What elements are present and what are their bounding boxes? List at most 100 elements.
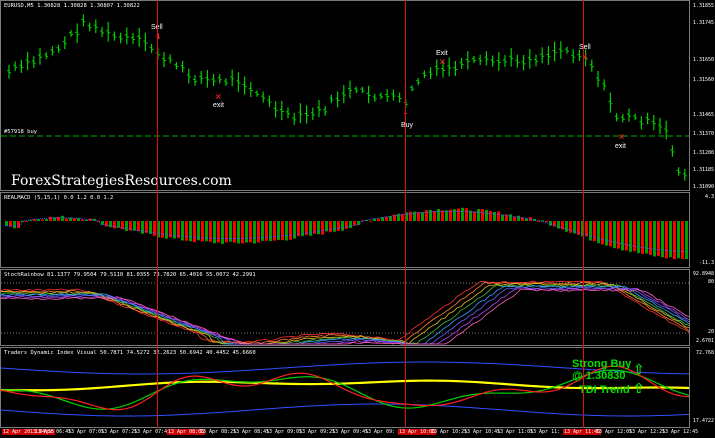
macd-bar <box>189 221 192 242</box>
candle <box>261 91 266 103</box>
candle <box>658 117 662 135</box>
candle <box>100 27 104 37</box>
macd-bar <box>593 221 596 242</box>
candle <box>633 113 638 120</box>
macd-bar <box>341 221 344 231</box>
macd-bar <box>569 221 572 233</box>
candle <box>224 78 228 87</box>
macd-bar <box>417 212 420 221</box>
stoch-scale-top: 92.8948 <box>692 271 714 277</box>
macd-bar <box>437 208 440 221</box>
time-label: 13 Apr 07:25 <box>101 429 138 435</box>
macd-bar <box>309 221 312 236</box>
macd-bar <box>85 219 88 221</box>
candle <box>230 69 235 87</box>
candle <box>329 94 334 103</box>
macd-bar <box>49 216 52 221</box>
macd-bar <box>673 221 676 260</box>
macd-bar <box>113 221 116 229</box>
candle <box>366 85 371 104</box>
candle <box>75 23 80 44</box>
candle <box>484 51 489 66</box>
candle <box>298 103 303 124</box>
macd-bar <box>185 221 188 241</box>
price-tick: 1.31560 <box>692 77 714 83</box>
candle <box>472 55 476 63</box>
price-tick: 1.31370 <box>692 131 714 137</box>
price-chart-pane[interactable]: EURUSD,M5 1.30828 1.30828 1.30807 1.3082… <box>0 0 690 191</box>
time-label: 13 Apr 12:45 <box>662 429 699 435</box>
candle <box>56 44 61 53</box>
up-arrow-icon: ⇧ <box>633 381 645 397</box>
up-arrow-icon: ⇧ <box>633 362 645 378</box>
macd-bar <box>17 221 20 229</box>
buy-signal: Buy <box>401 122 414 129</box>
macd-bar <box>473 211 476 221</box>
candle <box>385 89 390 102</box>
candle <box>509 47 514 67</box>
candle <box>546 46 551 65</box>
candle <box>670 145 675 157</box>
price-tick: 1.31090 <box>692 184 714 190</box>
macd-bar <box>13 221 16 229</box>
macd-bar <box>457 208 460 221</box>
candle <box>639 116 644 130</box>
exit-mark-top: × <box>439 57 446 66</box>
macd-bar <box>401 214 404 221</box>
candle <box>248 82 253 98</box>
macd-scale-bottom: -11.3 <box>698 260 714 266</box>
candle <box>614 113 619 122</box>
candle <box>87 22 92 32</box>
candle <box>255 90 259 97</box>
macd-bar <box>509 214 512 221</box>
macd-bar <box>461 207 464 221</box>
stoch-scale-bottom: 2.6701 <box>695 338 714 344</box>
macd-bar <box>649 221 652 255</box>
candle <box>447 57 452 77</box>
macd-bar <box>281 221 284 241</box>
macd-bar <box>241 221 244 244</box>
stoch-line <box>1 285 689 345</box>
candle <box>149 43 154 54</box>
macd-bar <box>677 221 680 259</box>
candle <box>602 79 607 91</box>
macd-bar <box>637 221 640 254</box>
tdi-scale-bottom: 17.4722 <box>692 418 714 424</box>
candle <box>478 54 483 66</box>
candle <box>354 86 359 94</box>
macd-bar <box>201 221 204 242</box>
macd-bar <box>321 221 324 235</box>
time-label: 13 Apr 06:45 <box>35 429 72 435</box>
candle <box>50 46 55 56</box>
price-tick: 1.31855 <box>692 3 714 9</box>
macd-bar <box>685 221 688 260</box>
tdi-pane[interactable]: Traders Dynamic Index Visual 50.7871 74.… <box>0 347 690 428</box>
candle <box>410 85 414 92</box>
macd-bar <box>45 219 48 221</box>
strong-buy-price: @ 1.30830 <box>572 370 626 382</box>
candle <box>651 115 656 131</box>
candle <box>236 72 241 92</box>
stoch-scale-80: 80 <box>707 279 714 285</box>
macd-bar <box>613 221 616 249</box>
macd-bar <box>501 214 504 221</box>
exit-signal-top: Exit <box>436 50 448 57</box>
candle <box>180 60 185 73</box>
stoch-rainbow-pane[interactable]: StochRainbow 81.1377 79.9504 79.5110 81.… <box>0 269 690 346</box>
signal-vline-1 <box>157 0 158 428</box>
stoch-line <box>1 280 689 344</box>
candle <box>124 27 129 45</box>
price-tick: 1.31650 <box>692 57 714 63</box>
buy-line-label: #57918 buy <box>4 129 38 135</box>
candle <box>534 54 538 67</box>
macd-bar <box>597 221 600 244</box>
candle <box>69 30 73 37</box>
macd-bar <box>213 221 216 244</box>
candle <box>143 32 148 52</box>
candle <box>428 67 433 80</box>
candle <box>38 47 42 65</box>
macd-bar <box>333 221 336 232</box>
macd-pane[interactable]: REALMACD (5,15,1) 0.0 1.2 0.0 1.2 <box>0 192 690 268</box>
candle <box>664 120 669 140</box>
candle <box>31 56 36 69</box>
